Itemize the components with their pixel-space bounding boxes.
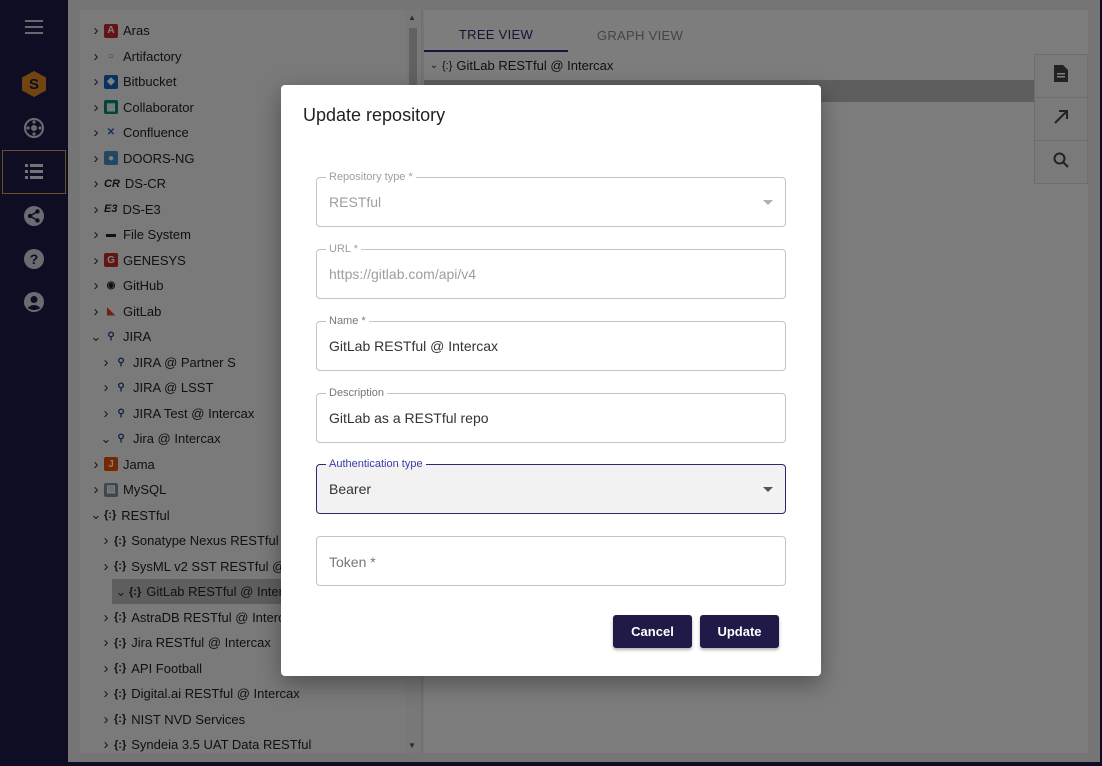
repository-type-select: Repository type * RESTful xyxy=(316,171,786,227)
dropdown-caret-icon xyxy=(763,200,773,205)
field-label: Repository type * xyxy=(326,171,416,183)
field-value: Bearer xyxy=(329,481,372,497)
field-value: GitLab as a RESTful repo xyxy=(329,410,489,426)
description-field[interactable]: Description GitLab as a RESTful repo xyxy=(316,387,786,443)
update-repository-dialog: Update repository Repository type * REST… xyxy=(281,85,821,676)
dropdown-caret-icon[interactable] xyxy=(763,487,773,492)
field-label: URL * xyxy=(326,243,361,255)
dialog-title: Update repository xyxy=(303,105,446,125)
button-label: Update xyxy=(717,624,762,639)
field-placeholder: Token * xyxy=(329,554,376,570)
field-value: https://gitlab.com/api/v4 xyxy=(329,266,477,282)
authentication-type-select[interactable]: Authentication type Bearer xyxy=(316,458,786,514)
field-value: GitLab RESTful @ Intercax xyxy=(329,338,499,354)
cancel-button[interactable]: Cancel xyxy=(613,615,692,648)
field-value: RESTful xyxy=(329,194,382,210)
button-label: Cancel xyxy=(631,624,674,639)
field-label: Authentication type xyxy=(326,458,426,470)
name-field[interactable]: Name * GitLab RESTful @ Intercax xyxy=(316,315,786,371)
update-button[interactable]: Update xyxy=(700,615,779,648)
field-label: Description xyxy=(326,387,388,399)
url-field: URL * https://gitlab.com/api/v4 xyxy=(316,243,786,299)
token-field[interactable]: Token * xyxy=(316,536,786,586)
field-label: Name * xyxy=(326,315,369,327)
